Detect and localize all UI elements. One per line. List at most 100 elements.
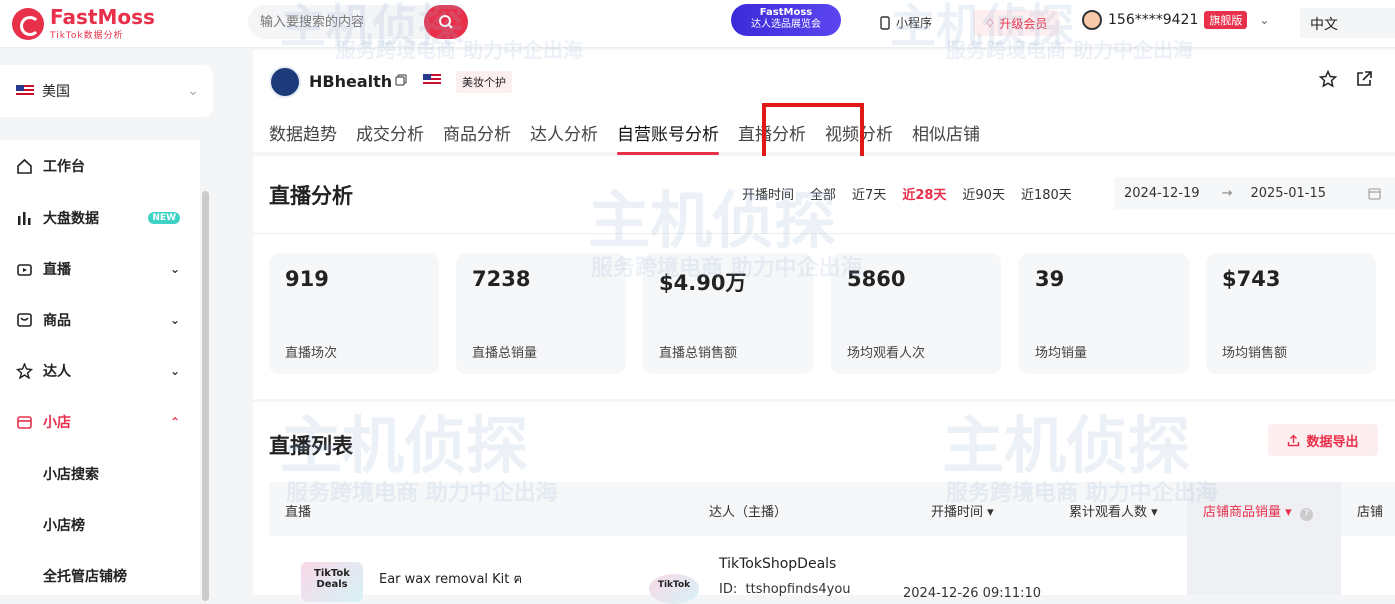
new-badge: NEW — [148, 212, 180, 224]
region-label: 美国 — [42, 84, 70, 100]
date-range-filter: 开播时间 全部 近7天 近28天 近90天 近180天 — [742, 184, 1072, 203]
creator-avatar: TikTok — [649, 574, 699, 604]
range-28d[interactable]: 近28天 — [902, 184, 946, 203]
live-thumbnail: TikTok Deals — [301, 562, 363, 602]
divider — [253, 233, 1395, 234]
copy-icon[interactable] — [395, 74, 407, 86]
user-phone: 156****9421 — [1108, 12, 1199, 28]
influencer-icon — [16, 363, 33, 379]
sort-down-icon: ▾ — [987, 505, 994, 520]
range-7d[interactable]: 近7天 — [852, 184, 886, 203]
promo-banner[interactable]: FastMoss 达人选品展览会 — [731, 4, 841, 36]
stat-label: 直播总销量 — [472, 346, 538, 361]
chevron-down-icon: ⌄ — [169, 313, 180, 327]
sidebar-item-live[interactable]: 直播 ⌄ — [0, 249, 200, 289]
promo-subtitle: 达人选品展览会 — [751, 19, 821, 30]
column-live: 直播 — [285, 505, 312, 520]
sort-down-icon: ▾ — [1285, 505, 1292, 520]
sidebar-subitem-label: 小店榜 — [43, 518, 85, 534]
star-icon[interactable] — [1319, 70, 1337, 88]
stat-label: 场均销量 — [1035, 346, 1088, 361]
sidebar-subitem-shop-ranking[interactable]: 小店榜 — [0, 505, 200, 545]
sidebar-item-products[interactable]: 商品 ⌄ — [0, 300, 200, 340]
sidebar-item-label: 直播 — [43, 262, 71, 278]
sidebar-item-market-data[interactable]: 大盘数据 NEW — [0, 198, 200, 238]
sidebar-item-label: 大盘数据 — [43, 211, 99, 227]
stat-value: 39 — [1035, 267, 1065, 291]
sidebar-subitem-shop-search[interactable]: 小店搜索 — [0, 454, 200, 494]
stat-label: 直播总销售额 — [659, 346, 738, 361]
search-input[interactable] — [260, 5, 420, 39]
stat-card: $743 场均销售额 — [1206, 253, 1376, 374]
sidebar-item-label: 达人 — [43, 364, 71, 380]
tab-similar-shops[interactable]: 相似店铺 — [912, 120, 980, 153]
date-picker[interactable]: 2024-12-19 → 2025-01-15 — [1115, 177, 1395, 209]
sidebar-item-workbench[interactable]: 工作台 — [0, 146, 200, 186]
language-selector[interactable]: 中文 — [1300, 8, 1395, 38]
brand-name: FastMoss — [50, 5, 155, 29]
main-content: HBhealth 美妆个护 数据趋势 成交分析 商品分析 达人分析 自营账号分析… — [253, 50, 1395, 604]
export-label: 数据导出 — [1306, 434, 1359, 450]
range-180d[interactable]: 近180天 — [1021, 184, 1072, 203]
creator-name[interactable]: TikTokShopDeals — [719, 556, 836, 572]
user-menu[interactable]: 156****9421 旗舰版 ⌄ — [1082, 10, 1269, 30]
column-shop: 店铺 — [1357, 505, 1384, 520]
sidebar-item-label: 小店 — [43, 415, 71, 431]
mini-program-label: 小程序 — [896, 16, 933, 30]
shop-name: HBhealth — [309, 72, 393, 91]
sidebar-item-label: 商品 — [43, 313, 71, 329]
column-shop-sales[interactable]: 店铺商品销量 ▾ ? — [1203, 501, 1313, 521]
sidebar-item-shop[interactable]: 小店 ⌃ — [0, 402, 200, 442]
sidebar-item-influencers[interactable]: 达人 ⌄ — [0, 351, 200, 391]
chevron-down-icon: ⌄ — [187, 83, 199, 99]
live-list-section: 直播列表 数据导出 直播 达人（主播） 开播时间 ▾ 累计观看人数 ▾ 店铺商品… — [253, 402, 1395, 604]
stat-card: 5860 场均观看人次 — [831, 253, 1001, 374]
sidebar-subitem-managed-shop-ranking[interactable]: 全托管店铺榜 — [0, 556, 200, 596]
column-creator: 达人（主播） — [709, 505, 788, 520]
sidebar-scrollbar[interactable] — [202, 191, 209, 601]
product-icon — [17, 313, 32, 327]
chevron-down-icon: ⌄ — [169, 364, 180, 378]
mini-program-link[interactable]: 小程序 — [880, 14, 932, 31]
top-bar: FastMoss TikTok数据分析 FastMoss 达人选品展览会 小程序… — [0, 0, 1395, 48]
chevron-down-icon: ⌄ — [169, 262, 180, 276]
upgrade-button[interactable]: ♢ 升级会员 — [973, 10, 1059, 36]
section-title: 直播分析 — [269, 184, 353, 208]
live-title[interactable]: Ear wax removal Kit ฅ — [379, 568, 522, 589]
export-button[interactable]: 数据导出 — [1268, 424, 1378, 456]
range-all[interactable]: 全部 — [810, 184, 836, 203]
stat-card: 7238 直播总销量 — [456, 253, 626, 374]
brand-logo[interactable]: FastMoss TikTok数据分析 — [12, 6, 155, 41]
sidebar-menu: 工作台 大盘数据 NEW 直播 ⌄ 商品 ⌄ 达人 ⌄ 小店 ⌃ 小店搜索 小店… — [0, 140, 200, 595]
live-analysis-overview: 直播分析 开播时间 全部 近7天 近28天 近90天 近180天 2024-12… — [253, 156, 1395, 399]
end-date: 2025-01-15 — [1250, 185, 1327, 201]
language-label: 中文 — [1310, 17, 1338, 33]
stat-value: 919 — [285, 267, 329, 291]
promo-title: FastMoss — [759, 7, 813, 18]
region-selector[interactable]: 美国 ⌄ — [0, 65, 213, 117]
tab-influencer-analysis[interactable]: 达人分析 — [530, 120, 598, 153]
tab-transaction-analysis[interactable]: 成交分析 — [356, 120, 424, 153]
column-start-time[interactable]: 开播时间 ▾ — [931, 501, 994, 520]
help-icon[interactable]: ? — [1299, 508, 1313, 521]
shop-icon — [17, 416, 32, 429]
brand-subtitle: TikTok数据分析 — [50, 31, 124, 41]
table-row[interactable]: TikTok Deals Ear wax removal Kit ฅ TikTo… — [269, 536, 1395, 604]
calendar-icon — [1368, 187, 1381, 200]
shop-header: HBhealth 美妆个护 数据趋势 成交分析 商品分析 达人分析 自营账号分析… — [253, 50, 1395, 163]
section-title: 直播列表 — [269, 434, 353, 458]
external-link-icon[interactable] — [1355, 70, 1373, 88]
tab-data-trend[interactable]: 数据趋势 — [269, 120, 337, 153]
search-button[interactable] — [424, 5, 468, 39]
stat-label: 直播场次 — [285, 346, 338, 361]
sidebar: 美国 ⌄ 工作台 大盘数据 NEW 直播 ⌄ 商品 ⌄ 达人 ⌄ 小店 ⌃ 小店… — [0, 48, 213, 601]
column-label: 开播时间 — [931, 505, 984, 520]
column-viewers[interactable]: 累计观看人数 ▾ — [1069, 501, 1158, 520]
tab-product-analysis[interactable]: 商品分析 — [443, 120, 511, 153]
range-90d[interactable]: 近90天 — [962, 184, 1005, 203]
plan-badge: 旗舰版 — [1204, 11, 1248, 29]
highlight-box — [762, 103, 864, 163]
home-icon — [17, 158, 32, 174]
tab-self-account-analysis[interactable]: 自营账号分析 — [617, 120, 719, 155]
phone-icon — [880, 15, 890, 30]
